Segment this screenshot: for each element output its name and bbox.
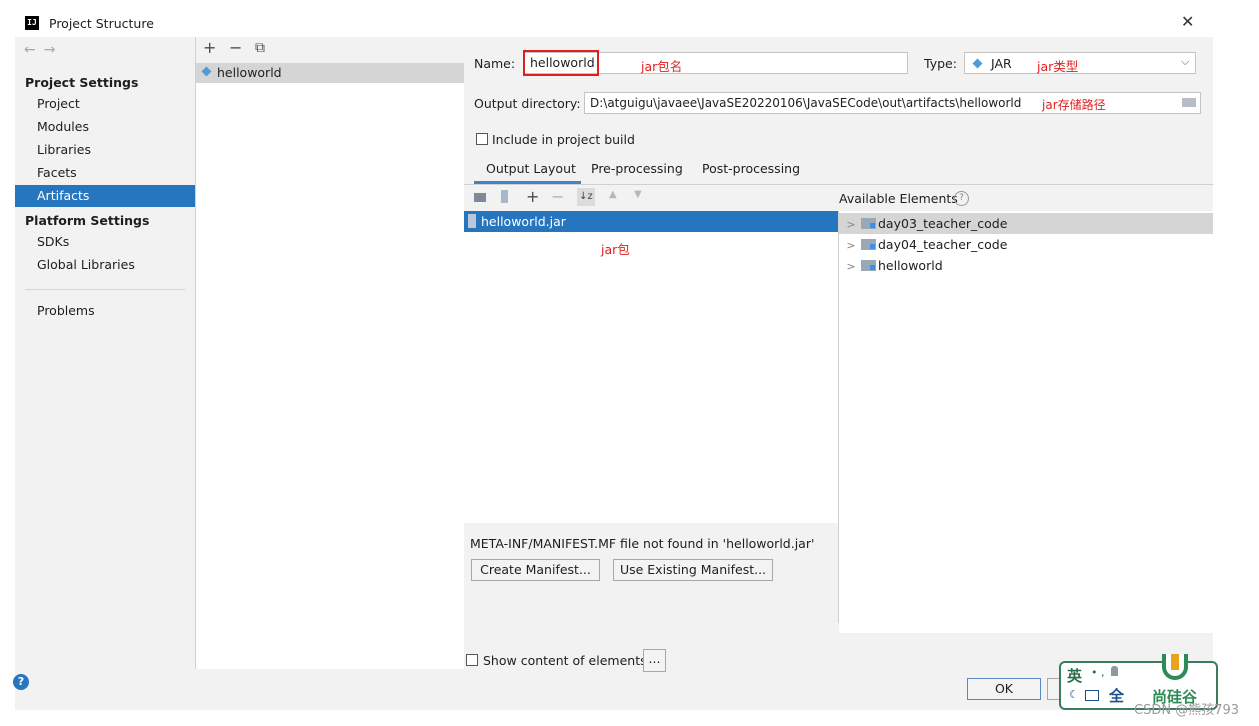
sidebar-divider (25, 289, 185, 290)
include-in-build-checkbox[interactable] (476, 133, 488, 145)
available-elements-title: Available Elements (839, 191, 958, 206)
tab-post-processing[interactable]: Post-processing (702, 161, 800, 183)
available-item-helloworld[interactable]: > helloworld (839, 255, 1213, 276)
forward-arrow-icon[interactable]: → (44, 42, 64, 58)
sort-elements-icon[interactable]: ↓z (577, 188, 595, 206)
type-label: Type: (924, 56, 957, 71)
title-bar: IJ Project Structure ✕ (15, 9, 1213, 37)
show-content-checkbox[interactable] (466, 654, 478, 666)
output-layout-toolbar: + − ↓z ▲ ▼ (464, 185, 839, 211)
sidebar-item-libraries[interactable]: Libraries (15, 139, 195, 161)
copy-artifact-button[interactable]: ⧉ (255, 40, 265, 56)
chevron-right-icon[interactable]: > (841, 235, 861, 256)
manifest-area: META-INF/MANIFEST.MF file not found in '… (464, 523, 839, 623)
name-highlight-box (523, 50, 599, 76)
output-directory-label: Output directory: (474, 96, 581, 111)
manifest-warning: META-INF/MANIFEST.MF file not found in '… (470, 536, 815, 551)
add-element-icon[interactable]: + (526, 187, 539, 206)
tab-pre-processing[interactable]: Pre-processing (591, 161, 683, 183)
close-icon[interactable]: ✕ (1181, 12, 1194, 31)
layout-item-jar[interactable]: helloworld.jar (464, 211, 838, 232)
new-directory-icon[interactable] (474, 193, 486, 202)
layout-item-label: helloworld.jar (481, 214, 566, 229)
element-options-button[interactable]: ... (643, 649, 666, 672)
jar-archive-icon (468, 214, 476, 228)
use-existing-manifest-button[interactable]: Use Existing Manifest... (613, 559, 773, 581)
type-value: JAR (991, 56, 1012, 71)
intellij-logo-icon: IJ (25, 16, 39, 30)
show-content-label: Show content of elements (483, 653, 647, 668)
available-item-label: day04_teacher_code (878, 237, 1008, 252)
artifact-type-select[interactable]: JAR jar类型 ⌵ (964, 52, 1196, 74)
artifact-item-helloworld[interactable]: helloworld (196, 63, 464, 83)
name-annotation: jar包名 (641, 59, 683, 74)
output-directory-annotation: jar存储路径 (1042, 98, 1106, 112)
artifact-item-label: helloworld (216, 65, 282, 80)
ok-button[interactable]: OK (967, 678, 1041, 700)
available-item-day03[interactable]: > day03_teacher_code (839, 213, 1213, 234)
jar-annotation: jar包 (601, 242, 630, 257)
artifact-jar-icon (201, 66, 213, 78)
include-in-build-label: Include in project build (492, 132, 635, 147)
available-elements-tree: > day03_teacher_code > day04_teacher_code … (839, 211, 1213, 633)
sidebar-item-global-libraries[interactable]: Global Libraries (15, 254, 195, 276)
ime-user-icon (1111, 666, 1118, 676)
available-item-day04[interactable]: > day04_teacher_code (839, 234, 1213, 255)
help-circle-icon[interactable]: ? (954, 191, 969, 206)
sidebar-item-artifacts[interactable]: Artifacts (15, 185, 195, 207)
settings-sidebar: ←→ Project Settings Project Modules Libr… (15, 37, 195, 669)
create-archive-icon[interactable] (501, 190, 508, 203)
available-item-label: helloworld (878, 258, 943, 273)
window-title: Project Structure (49, 16, 154, 31)
output-directory-value: D:\atguigu\javaee\JavaSE20220106\JavaSEC… (590, 96, 1022, 110)
artifact-list-toolbar: + − ⧉ (196, 37, 464, 63)
remove-artifact-button[interactable]: − (229, 38, 242, 57)
sidebar-item-project[interactable]: Project (15, 93, 195, 115)
available-elements-header: Available Elements ? (839, 185, 1213, 211)
platform-settings-header: Platform Settings (25, 213, 150, 228)
logo-flame-icon (1171, 654, 1179, 670)
move-down-icon[interactable]: ▼ (634, 189, 642, 200)
module-folder-icon (861, 260, 876, 271)
sidebar-item-problems[interactable]: Problems (15, 300, 195, 322)
jar-type-icon (972, 58, 984, 70)
back-arrow-icon[interactable]: ← (24, 42, 44, 58)
csdn-watermark: CSDN @熊孩793 (1134, 703, 1240, 718)
browse-folder-icon[interactable] (1182, 98, 1196, 107)
create-manifest-button[interactable]: Create Manifest... (471, 559, 600, 581)
artifact-detail-panel: Name: helloworld jar包名 Type: JAR jar类型 ⌵… (464, 37, 1213, 672)
sidebar-item-modules[interactable]: Modules (15, 116, 195, 138)
name-label: Name: (474, 56, 516, 71)
ime-keyboard-icon (1085, 690, 1099, 701)
output-directory-input[interactable]: D:\atguigu\javaee\JavaSE20220106\JavaSEC… (584, 92, 1201, 114)
ime-fullwidth-glyph: 全 (1109, 687, 1125, 705)
shanggui-logo-icon (1162, 654, 1188, 680)
remove-element-icon[interactable]: − (551, 187, 564, 206)
chevron-right-icon[interactable]: > (841, 256, 861, 277)
module-folder-icon (861, 218, 876, 229)
available-item-label: day03_teacher_code (878, 216, 1008, 231)
type-annotation: jar类型 (1037, 59, 1079, 74)
add-artifact-button[interactable]: + (203, 38, 216, 57)
module-folder-icon (861, 239, 876, 250)
ime-moon-icon: ☾ (1069, 688, 1079, 701)
sidebar-item-sdks[interactable]: SDKs (15, 231, 195, 253)
move-up-icon[interactable]: ▲ (609, 189, 617, 200)
artifact-list-panel: + − ⧉ helloworld (195, 37, 465, 669)
ime-punctuation-icon: • , (1091, 666, 1105, 679)
output-layout-tree: helloworld.jar jar包 (464, 211, 839, 523)
project-structure-dialog: IJ Project Structure ✕ ←→ Project Settin… (15, 9, 1213, 710)
project-settings-header: Project Settings (25, 75, 139, 90)
help-icon[interactable]: ? (13, 674, 29, 690)
chevron-right-icon[interactable]: > (841, 214, 861, 235)
chevron-down-icon: ⌵ (1181, 55, 1190, 68)
tab-output-layout[interactable]: Output Layout (486, 161, 576, 183)
sidebar-item-facets[interactable]: Facets (15, 162, 195, 184)
history-navigation: ←→ (24, 42, 63, 58)
ime-english-glyph: 英 (1067, 667, 1083, 685)
